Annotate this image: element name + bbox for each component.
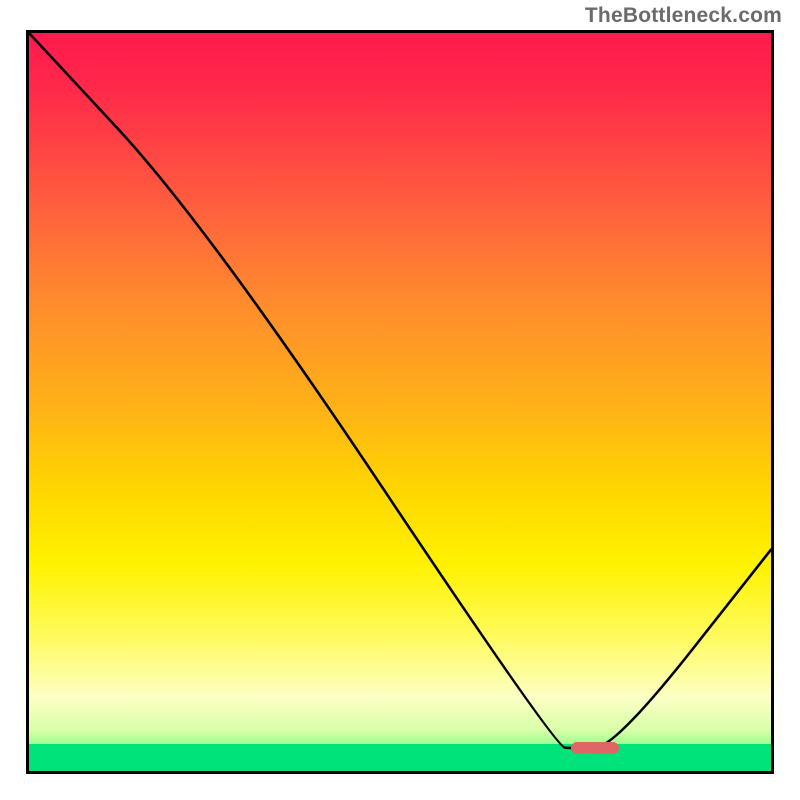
bottleneck-curve-path: [29, 33, 771, 748]
watermark-text: TheBottleneck.com: [585, 4, 782, 28]
chart-curve-svg: [29, 33, 771, 771]
optimal-range-marker: [571, 742, 619, 754]
chart-plot-area: [26, 30, 774, 774]
